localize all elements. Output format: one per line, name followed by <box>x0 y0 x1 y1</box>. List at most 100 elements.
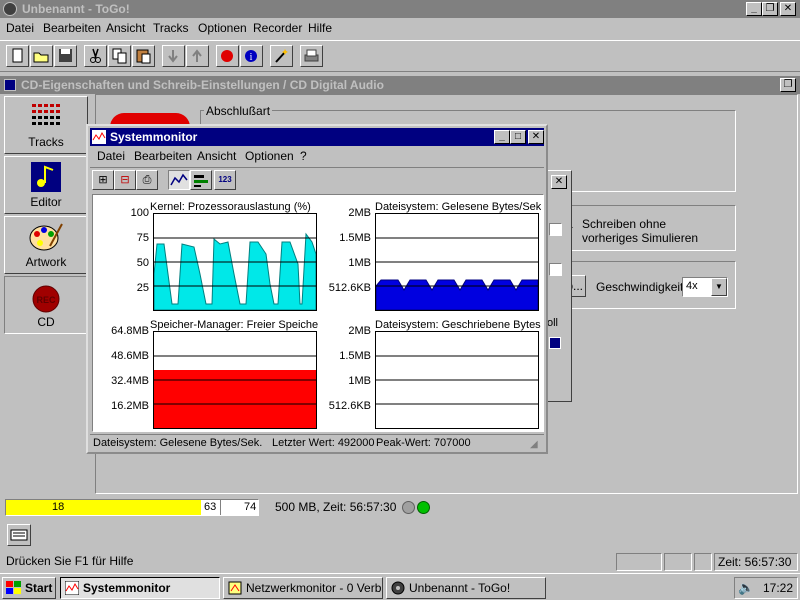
mem-tick: 48.6MB <box>111 350 149 362</box>
sidebar-item-artwork[interactable]: Artwork <box>4 216 88 274</box>
mem-tick: 32.4MB <box>111 375 149 387</box>
write-tick: 512.6KB <box>328 400 371 412</box>
menu-tracks[interactable]: Tracks <box>150 19 192 37</box>
sysmon-close-button[interactable]: ✕ <box>528 130 544 144</box>
restore-button[interactable]: ❐ <box>762 2 778 16</box>
capacity-right: 74 <box>244 501 257 513</box>
sysmon-menu-ansicht[interactable]: Ansicht <box>194 147 239 165</box>
sysmon-toolbar: ⊞ ⊟ ⎙ 123 <box>90 167 544 191</box>
chart-view-icon[interactable] <box>168 170 190 190</box>
sysmon-status-last: Letzter Wert: 492000 <box>272 437 375 449</box>
sysmon-statusbar: Dateisystem: Gelesene Bytes/Sek. Letzter… <box>90 434 544 452</box>
cpu-tick: 100 <box>130 207 149 219</box>
task-label: Netzwerkmonitor - 0 Verbin... <box>246 581 382 595</box>
keyboard-icon[interactable] <box>7 524 31 546</box>
sidebar-item-label: CD <box>37 315 55 329</box>
app-title: Unbenannt - ToGo! <box>22 2 130 16</box>
sysmon-chart-area: Kernel: Prozessorauslastung (%) 100 75 5… <box>92 194 544 432</box>
task-systemmonitor[interactable]: Systemmonitor <box>60 577 220 599</box>
save-icon[interactable] <box>54 45 77 67</box>
speed-select[interactable]: 4x ▼ <box>682 277 728 297</box>
menu-hilfe[interactable]: Hilfe <box>305 19 335 37</box>
schreiben-label-1: Schreiben ohne <box>582 217 667 231</box>
partial-text: oll <box>547 317 559 329</box>
cpu-tick: 50 <box>136 257 149 269</box>
task-label: Systemmonitor <box>83 581 171 595</box>
info-icon[interactable]: i <box>240 45 263 67</box>
start-button[interactable]: Start <box>2 577 56 599</box>
close-button[interactable]: ✕ <box>780 2 796 16</box>
sidebar-item-label: Tracks <box>28 135 64 149</box>
cd-icon <box>4 79 16 91</box>
sysmon-menu-optionen[interactable]: Optionen <box>242 147 297 165</box>
status-help: Drücken Sie F1 für Hilfe <box>6 554 134 568</box>
read-tick: 1MB <box>348 257 371 269</box>
sidebar-item-cd[interactable]: REC CD <box>4 276 88 334</box>
sidebar: Tracks Editor Artwork REC CD <box>0 94 94 494</box>
histogram-view-icon[interactable] <box>190 170 212 190</box>
status-time: Zeit: 56:57:30 <box>714 553 798 571</box>
move-down-icon[interactable] <box>162 45 185 67</box>
capacity-fill <box>6 500 201 515</box>
dialog-close-button[interactable]: ✕ <box>551 175 567 189</box>
sysmon-menu-bearbeiten[interactable]: Bearbeiten <box>131 147 195 165</box>
svg-text:REC: REC <box>36 295 56 305</box>
capacity-bar: 18 63 74 <box>5 499 259 516</box>
copy-icon[interactable] <box>108 45 131 67</box>
dialog-checkbox-2[interactable] <box>549 263 562 276</box>
minimize-button[interactable]: _ <box>746 2 762 16</box>
main-menubar: Datei Bearbeiten Ansicht Tracks Optionen… <box>0 19 800 37</box>
sidebar-item-label: Artwork <box>25 255 67 269</box>
write-chart <box>375 331 539 429</box>
new-file-icon[interactable] <box>6 45 29 67</box>
cpu-series-area <box>154 232 316 310</box>
paste-icon[interactable] <box>132 45 155 67</box>
resize-grip-icon[interactable]: ◢ <box>530 439 538 450</box>
system-tray: 🔈 17:22 <box>734 577 798 599</box>
status-cell-2 <box>664 553 692 571</box>
artwork-icon <box>29 223 63 251</box>
volume-icon[interactable]: 🔈 <box>738 580 754 596</box>
add-counter-icon[interactable]: ⊞ <box>92 170 114 190</box>
properties-icon[interactable]: ⎙ <box>136 170 158 190</box>
menu-recorder[interactable]: Recorder <box>250 19 305 37</box>
wizard-icon[interactable] <box>270 45 293 67</box>
mdi-restore-button[interactable]: ❐ <box>780 78 796 92</box>
delete-counter-icon[interactable]: ⊟ <box>114 170 136 190</box>
task-netzwerkmonitor[interactable]: Netzwerkmonitor - 0 Verbin... <box>223 577 383 599</box>
dialog-checkbox-1[interactable] <box>549 223 562 236</box>
geschwindigkeit-label: Geschwindigkeit: <box>596 280 687 294</box>
chevron-down-icon[interactable]: ▼ <box>711 278 727 296</box>
sysmon-minimize-button[interactable]: _ <box>494 130 510 144</box>
schreiben-label-2: vorheriges Simulieren <box>582 231 699 245</box>
record-icon[interactable] <box>216 45 239 67</box>
cut-icon[interactable] <box>84 45 107 67</box>
sysmon-menu-datei[interactable]: Datei <box>94 147 128 165</box>
sysmon-maximize-button[interactable]: □ <box>510 130 526 144</box>
windows-logo-icon <box>6 581 21 594</box>
report-view-icon[interactable]: 123 <box>214 170 236 190</box>
app-titlebar: Unbenannt - ToGo! _ ❐ ✕ <box>0 0 800 18</box>
menu-bearbeiten[interactable]: Bearbeiten <box>40 19 104 37</box>
mem-tick: 64.8MB <box>111 325 149 337</box>
led-gray-icon <box>402 501 415 514</box>
app-icon <box>3 2 17 16</box>
sidebar-item-tracks[interactable]: Tracks <box>4 96 88 154</box>
task-togo[interactable]: Unbenannt - ToGo! <box>386 577 546 599</box>
cpu-tick: 25 <box>136 282 149 294</box>
sysmon-window: Systemmonitor _ □ ✕ Datei Bearbeiten Ans… <box>86 124 548 454</box>
sysmon-status-counter: Dateisystem: Gelesene Bytes/Sek. <box>93 437 263 449</box>
menu-ansicht[interactable]: Ansicht <box>103 19 148 37</box>
open-folder-icon[interactable] <box>30 45 53 67</box>
sysmon-menu-help[interactable]: ? <box>297 147 310 165</box>
cpu-tick: 75 <box>136 232 149 244</box>
sidebar-item-editor[interactable]: Editor <box>4 156 88 214</box>
status-cell-1 <box>616 553 662 571</box>
chart-title-cpu: Kernel: Prozessorauslastung (%) <box>150 201 311 213</box>
menu-optionen[interactable]: Optionen <box>195 19 250 37</box>
menu-datei[interactable]: Datei <box>3 19 37 37</box>
tracks-icon <box>32 104 60 125</box>
print-icon[interactable] <box>300 45 323 67</box>
read-series-area <box>376 279 538 310</box>
move-up-icon[interactable] <box>186 45 209 67</box>
